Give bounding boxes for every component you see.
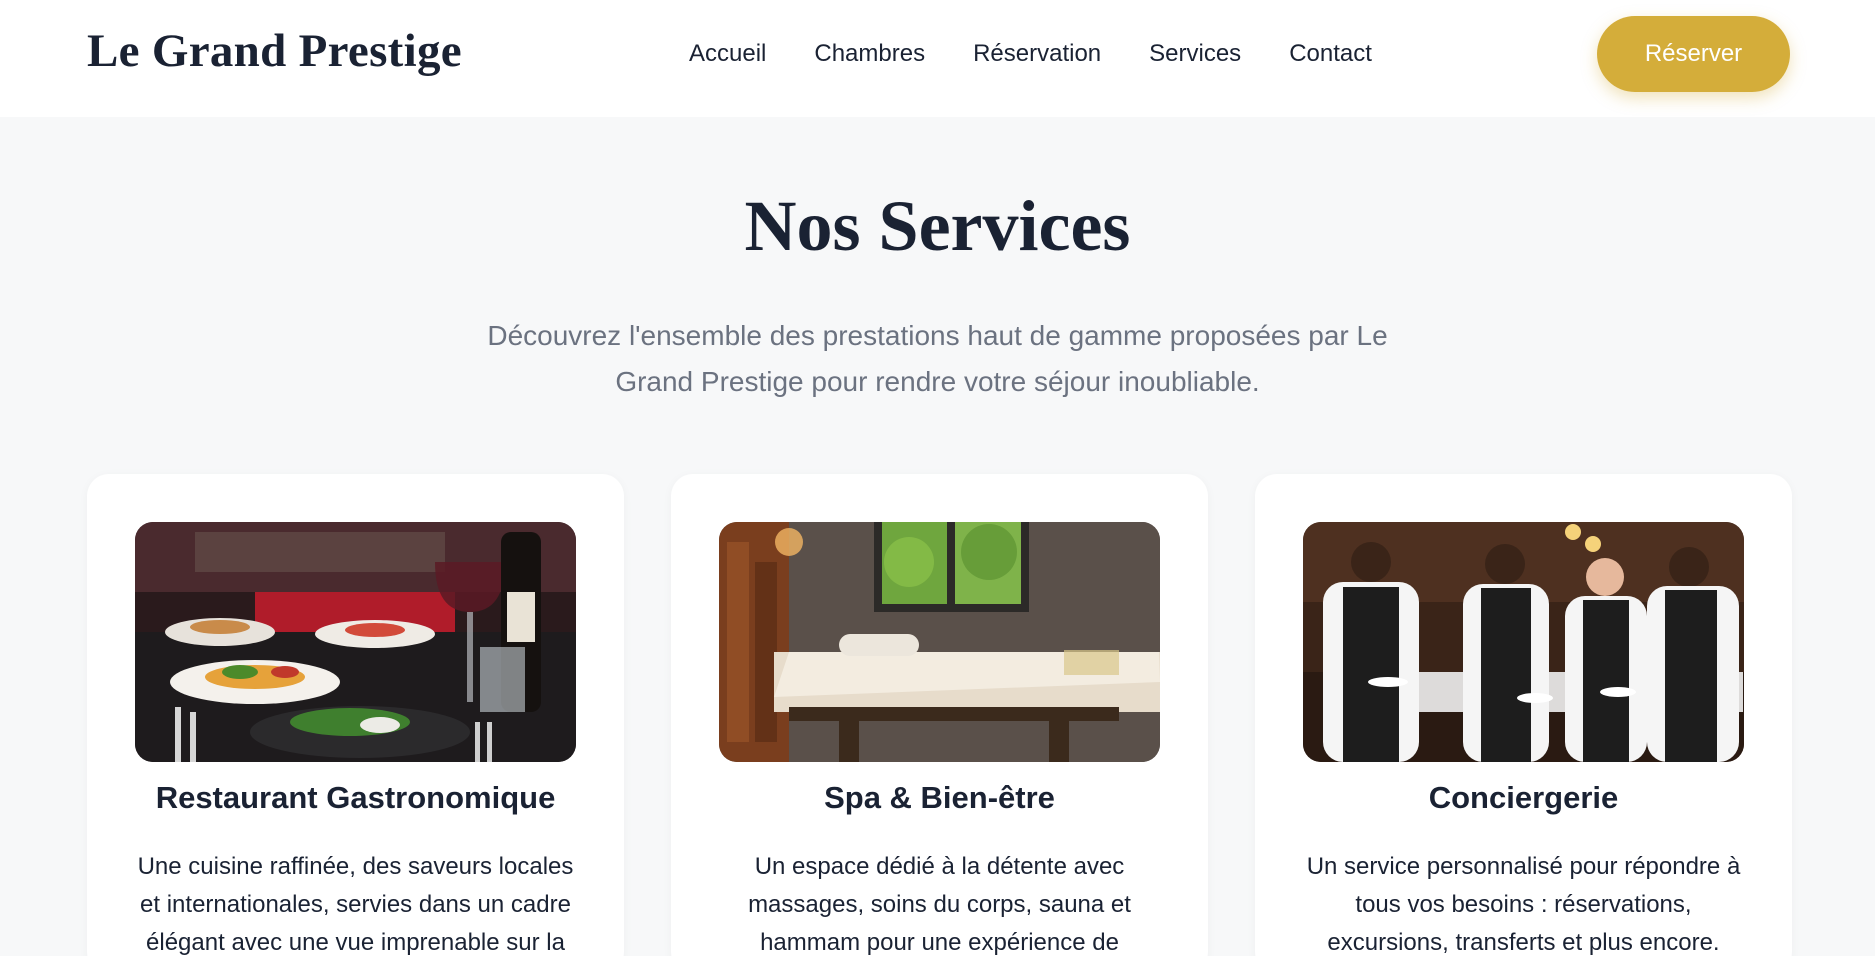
reserve-button[interactable]: Réserver [1597,16,1790,92]
service-title: Restaurant Gastronomique [155,780,556,815]
service-description: Une cuisine raffinée, des saveurs locale… [137,853,574,956]
conciergerie-image [1303,522,1744,762]
site-logo[interactable]: Le Grand Prestige [87,24,462,78]
service-card-spa: Spa & Bien-être Un espace dédié à la dét… [671,474,1208,956]
restaurant-photo-icon [135,522,576,762]
main-nav: Accueil Chambres Réservation Services Co… [689,40,1372,68]
nav-link-accueil[interactable]: Accueil [689,40,766,68]
service-card-restaurant: Restaurant Gastronomique Une cuisine raf… [87,474,624,956]
section-subtitle: Découvrez l'ensemble des prestations hau… [487,320,1388,397]
concierge-photo-icon [1303,522,1744,762]
spa-image [719,522,1160,762]
nav-link-chambres[interactable]: Chambres [814,40,925,68]
spa-photo-icon [719,522,1160,762]
nav-link-contact[interactable]: Contact [1289,40,1372,68]
service-title: Spa & Bien-être [824,780,1055,815]
site-header: Le Grand Prestige Accueil Chambres Réser… [0,0,1875,117]
service-title: Conciergerie [1428,780,1619,815]
restaurant-image [135,522,576,762]
nav-link-reservation[interactable]: Réservation [973,40,1101,68]
service-description: Un espace dédié à la détente avec massag… [748,853,1131,956]
service-card-conciergerie: Conciergerie Un service personnalisé pou… [1255,474,1792,956]
nav-link-services[interactable]: Services [1149,40,1241,68]
section-title: Nos Services [744,186,1131,266]
service-description: Un service personnalisé pour répondre à … [1306,853,1741,956]
